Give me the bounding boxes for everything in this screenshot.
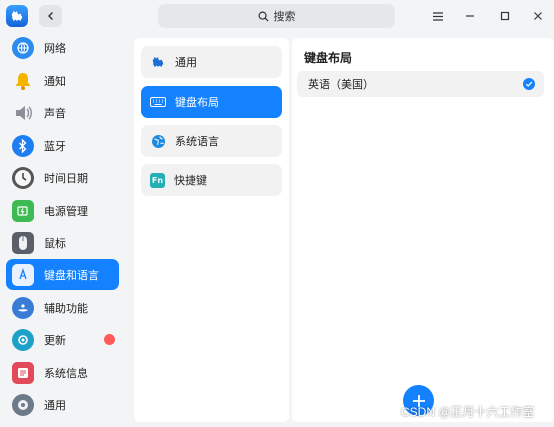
content-panel: 键盘布局 英语（美国）	[292, 38, 554, 422]
gear-icon	[150, 54, 166, 70]
sidebar-item-label: 网络	[44, 42, 66, 55]
menu-button[interactable]	[427, 6, 449, 26]
mouse-icon	[12, 231, 34, 254]
fn-key-icon: Fn	[150, 172, 165, 188]
sidebar-item-label: 鼠标	[44, 237, 66, 250]
bluetooth-icon	[12, 134, 34, 157]
sidebar-item-label: 声音	[44, 107, 66, 120]
maximize-icon	[500, 11, 510, 21]
close-button[interactable]	[527, 6, 549, 26]
accessibility-icon	[12, 296, 34, 319]
settings-app-icon	[6, 5, 28, 27]
submenu-item-system-language[interactable]: 系统语言	[141, 125, 282, 157]
sidebar-item-sound[interactable]: 声音	[6, 97, 119, 128]
layout-label: 英语（美国）	[308, 79, 374, 91]
sidebar-item-label: 键盘和语言	[44, 269, 99, 282]
submenu-item-shortcuts[interactable]: Fn 快捷键	[141, 164, 282, 196]
page-title: 键盘布局	[304, 51, 353, 65]
submenu-item-label: 键盘布局	[175, 97, 219, 109]
sidebar-item-label: 蓝牙	[44, 140, 66, 153]
sidebar-item-general[interactable]: 通用	[6, 389, 119, 420]
battery-icon	[12, 199, 34, 222]
sidebar-item-notification[interactable]: 通知	[6, 65, 119, 96]
layout-list-item[interactable]: 英语（美国）	[297, 71, 544, 97]
network-icon	[12, 36, 34, 59]
minimize-button[interactable]	[459, 6, 481, 26]
submenu-item-label: 系统语言	[175, 136, 219, 148]
submenu-item-keyboard-layout[interactable]: 键盘布局	[141, 86, 282, 118]
close-icon	[534, 12, 542, 20]
search-placeholder: 搜索	[273, 11, 296, 23]
submenu-item-general[interactable]: 通用	[141, 46, 282, 78]
sidebar-item-accessibility[interactable]: 辅助功能	[6, 292, 119, 323]
submenu-panel: 通用 键盘布局 系统语言 Fn 快捷键	[134, 38, 289, 422]
menu-icon	[433, 11, 443, 21]
system-info-icon	[12, 361, 34, 384]
sidebar-item-power[interactable]: 电源管理	[6, 195, 119, 226]
bell-icon	[12, 70, 34, 92]
title-bar: 搜索	[0, 0, 554, 33]
submenu-item-label: 通用	[175, 57, 197, 69]
sidebar-item-label: 系统信息	[44, 367, 88, 380]
clock-icon	[12, 166, 34, 189]
keyboard-icon	[150, 94, 166, 110]
sidebar-item-label: 时间日期	[44, 172, 88, 185]
sidebar-item-datetime[interactable]: 时间日期	[6, 162, 119, 193]
sidebar-item-system-info[interactable]: 系统信息	[6, 357, 119, 388]
sidebar-item-network[interactable]: 网络	[6, 32, 119, 63]
sidebar-item-keyboard-language[interactable]: 键盘和语言	[6, 259, 119, 290]
sidebar-item-mouse[interactable]: 鼠标	[6, 227, 119, 258]
search-icon	[258, 11, 269, 22]
minimize-icon	[466, 15, 474, 17]
globe-icon	[150, 133, 166, 149]
sidebar: 网络 通知 声音 蓝牙 时间日期 电源管理 鼠标 键盘和语言 辅助功能 更新 系…	[0, 33, 126, 427]
update-badge	[104, 334, 115, 345]
back-button[interactable]	[39, 5, 62, 27]
submenu-item-label: 快捷键	[174, 175, 207, 187]
sidebar-item-bluetooth[interactable]: 蓝牙	[6, 130, 119, 161]
sidebar-item-label: 电源管理	[44, 205, 88, 218]
speaker-icon	[12, 102, 34, 124]
checkmark-icon	[523, 78, 535, 90]
search-input[interactable]: 搜索	[158, 4, 395, 28]
sidebar-item-update[interactable]: 更新	[6, 324, 119, 355]
update-icon	[12, 328, 34, 351]
sidebar-item-label: 更新	[44, 334, 66, 347]
sidebar-item-label: 辅助功能	[44, 302, 88, 315]
general-icon	[12, 393, 34, 416]
sidebar-item-label: 通知	[44, 75, 66, 88]
keyboard-language-icon	[12, 263, 34, 286]
maximize-button[interactable]	[494, 6, 516, 26]
chevron-left-icon	[47, 12, 53, 20]
watermark-text: CSDN @正月十六工作室	[401, 405, 535, 419]
sidebar-item-label: 通用	[44, 399, 66, 412]
